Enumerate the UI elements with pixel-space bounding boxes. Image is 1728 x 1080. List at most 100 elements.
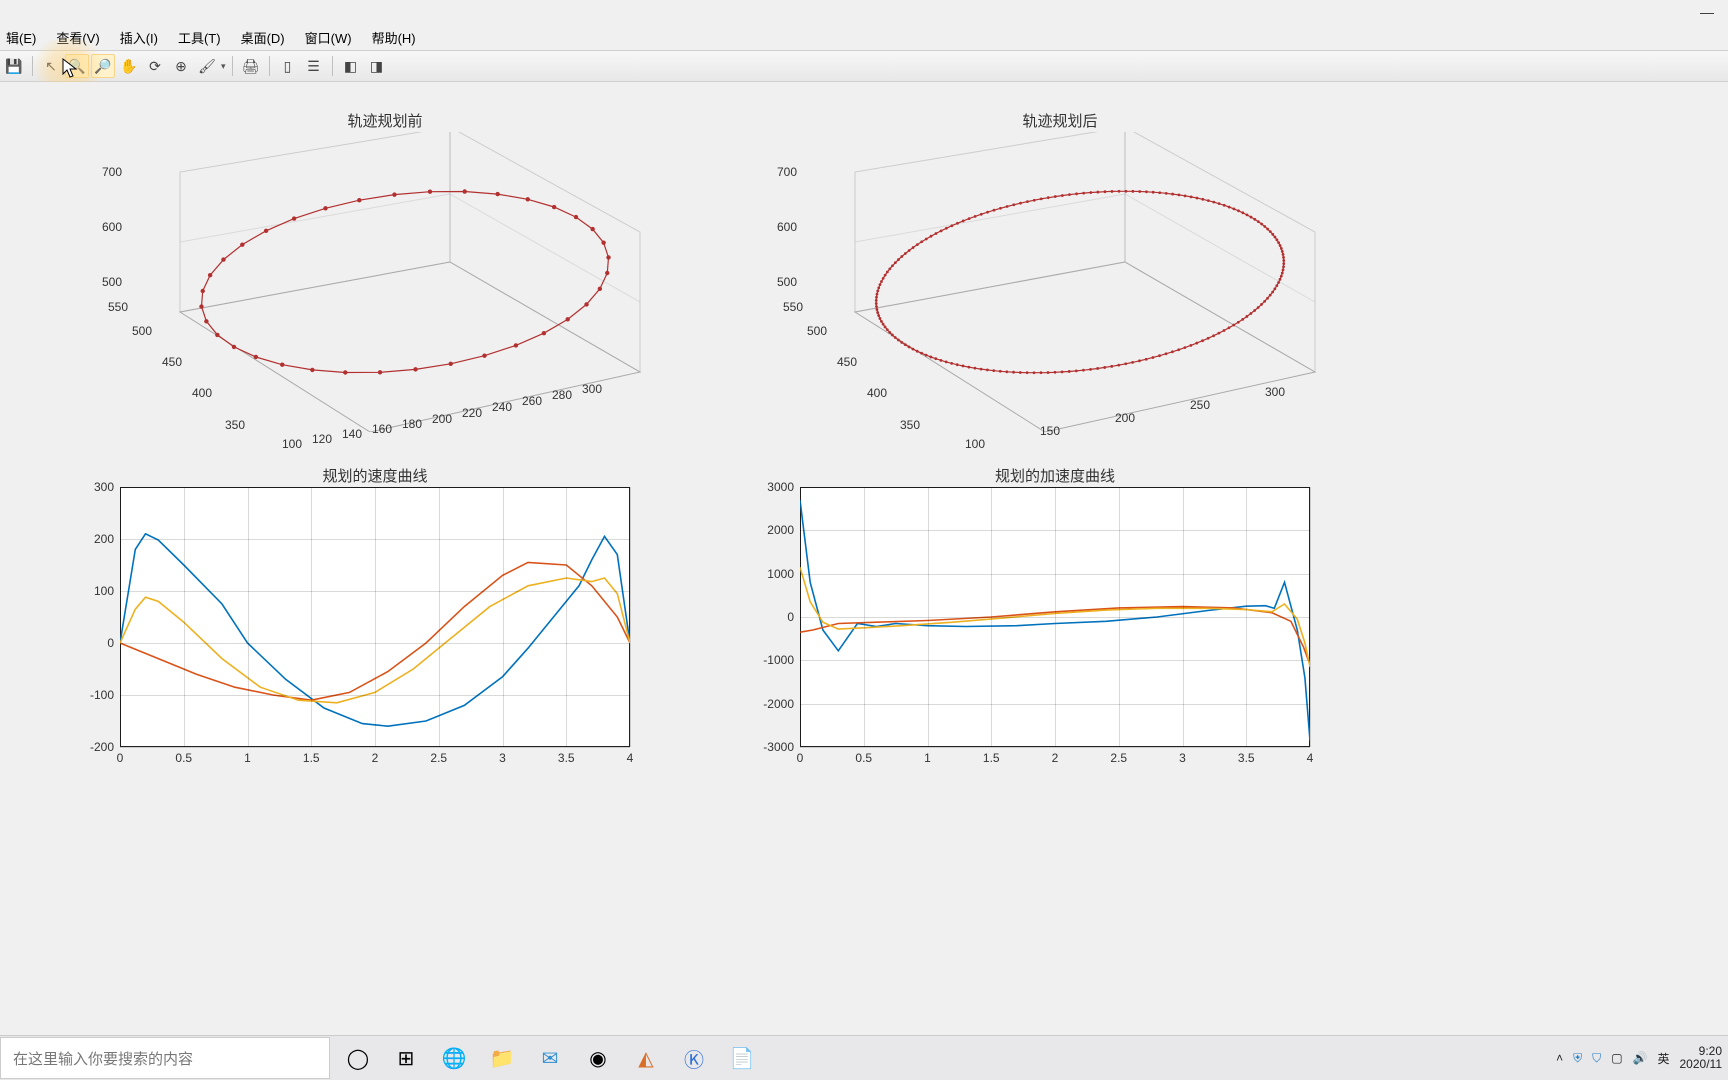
x-tick: 300 xyxy=(582,382,602,396)
y-tick: -200 xyxy=(90,740,120,754)
menu-tools[interactable]: 工具(T) xyxy=(174,26,225,49)
axes-title: 规划的速度曲线 xyxy=(120,465,630,486)
save-icon[interactable]: 💾 xyxy=(2,54,26,78)
y-tick: 350 xyxy=(900,418,920,432)
tray-security-icon[interactable]: ⛨ xyxy=(1573,1051,1582,1066)
x-tick: 2.5 xyxy=(1110,747,1127,765)
file-explorer-icon[interactable]: 📁 xyxy=(486,1042,518,1074)
word-icon[interactable]: 📄 xyxy=(726,1042,758,1074)
insert-colorbar-icon[interactable]: ▯ xyxy=(276,54,300,78)
y-tick: 550 xyxy=(108,300,128,314)
search-placeholder: 在这里输入你要搜索的内容 xyxy=(13,1048,193,1069)
y-tick: 1000 xyxy=(767,567,800,581)
tray-volume-icon[interactable]: 🔊 xyxy=(1633,1051,1648,1065)
menu-insert[interactable]: 插入(I) xyxy=(116,26,162,49)
axes-velocity[interactable]: 规划的速度曲线 -200-100010020030000.511.522.533… xyxy=(120,487,630,747)
x-tick: 3 xyxy=(499,747,506,765)
x-tick: 140 xyxy=(342,427,362,441)
x-tick: 4 xyxy=(1307,747,1314,765)
windows-taskbar: 在这里输入你要搜索的内容 ◯ ⊞ 🌐 📁 ✉ ◉ ◭ Ⓚ 📄 ˄ ⛨ ⛉ ▢ 🔊… xyxy=(0,1035,1728,1080)
x-tick: 280 xyxy=(552,388,572,402)
menubar: 辑(E) 查看(V) 插入(I) 工具(T) 桌面(D) 窗口(W) 帮助(H) xyxy=(0,26,420,48)
pan-icon[interactable]: ✋ xyxy=(117,54,141,78)
kugou-icon[interactable]: Ⓚ xyxy=(678,1042,710,1074)
menu-desktop[interactable]: 桌面(D) xyxy=(237,26,289,49)
x-tick: 0.5 xyxy=(175,747,192,765)
y-tick: 500 xyxy=(807,324,827,338)
task-view-icon[interactable]: ⊞ xyxy=(390,1042,422,1074)
x-tick: 200 xyxy=(432,412,452,426)
z-tick: 700 xyxy=(102,165,122,179)
y-tick: 300 xyxy=(94,480,120,494)
x-tick: 180 xyxy=(402,417,422,431)
tray-battery-icon[interactable]: ▢ xyxy=(1611,1051,1622,1065)
tray-shield-icon[interactable]: ⛉ xyxy=(1592,1051,1601,1066)
zoom-in-icon[interactable]: 🔍 xyxy=(65,54,89,78)
separator xyxy=(232,56,233,76)
show-plot-tools-icon[interactable]: ◧ xyxy=(339,54,363,78)
x-tick: 100 xyxy=(282,437,302,451)
dropdown-icon[interactable]: ▾ xyxy=(221,61,226,72)
x-tick: 3.5 xyxy=(558,747,575,765)
x-tick: 200 xyxy=(1115,411,1135,425)
y-tick: -2000 xyxy=(763,697,800,711)
zoom-out-icon[interactable]: 🔎 xyxy=(91,54,115,78)
z-tick: 500 xyxy=(102,275,122,289)
z-tick: 600 xyxy=(102,220,122,234)
pointer-icon[interactable]: ↖ xyxy=(39,54,63,78)
matlab-icon[interactable]: ◭ xyxy=(630,1042,662,1074)
x-tick: 160 xyxy=(372,422,392,436)
menu-edit[interactable]: 辑(E) xyxy=(2,26,40,49)
y-tick: 2000 xyxy=(767,523,800,537)
x-tick: 150 xyxy=(1040,424,1060,438)
x-tick: 1.5 xyxy=(983,747,1000,765)
axes-trajectory-before[interactable]: 轨迹规划前 700 600 500 550 500 450 400 350 xyxy=(120,132,650,432)
x-tick: 2 xyxy=(1052,747,1059,765)
axes-trajectory-after[interactable]: 轨迹规划后 700 600 500 550 500 450 400 350 10… xyxy=(795,132,1325,432)
x-tick: 250 xyxy=(1190,398,1210,412)
separator xyxy=(269,56,270,76)
axes-title: 规划的加速度曲线 xyxy=(800,465,1310,486)
y-tick: 0 xyxy=(107,636,120,650)
tray-clock[interactable]: 9:20 2020/11 xyxy=(1680,1045,1723,1071)
minimize-button[interactable]: — xyxy=(1692,2,1722,22)
menu-view[interactable]: 查看(V) xyxy=(52,26,103,49)
menu-window[interactable]: 窗口(W) xyxy=(301,26,356,49)
data-cursor-icon[interactable]: ⊕ xyxy=(169,54,193,78)
mail-icon[interactable]: ✉ xyxy=(534,1042,566,1074)
tray-chevron-icon[interactable]: ˄ xyxy=(1556,1051,1563,1065)
y-tick: 450 xyxy=(837,355,857,369)
x-tick: 100 xyxy=(965,437,985,451)
menu-help[interactable]: 帮助(H) xyxy=(368,26,420,49)
z-tick: 700 xyxy=(777,165,797,179)
z-tick: 600 xyxy=(777,220,797,234)
print-icon[interactable]: 🖨 xyxy=(239,54,263,78)
x-tick: 220 xyxy=(462,406,482,420)
y-tick: 550 xyxy=(783,300,803,314)
edge-icon[interactable]: 🌐 xyxy=(438,1042,470,1074)
y-tick: -100 xyxy=(90,688,120,702)
tray-date: 2020/11 xyxy=(1680,1058,1723,1071)
x-tick: 300 xyxy=(1265,385,1285,399)
rotate3d-icon[interactable]: ⟳ xyxy=(143,54,167,78)
y-tick: 400 xyxy=(867,386,887,400)
search-input[interactable]: 在这里输入你要搜索的内容 xyxy=(0,1037,330,1079)
chrome-icon[interactable]: ◉ xyxy=(582,1042,614,1074)
y-tick: 3000 xyxy=(767,480,800,494)
x-tick: 3 xyxy=(1179,747,1186,765)
y-tick: 500 xyxy=(132,324,152,338)
tray-ime[interactable]: 英 xyxy=(1657,1050,1669,1067)
x-tick: 1 xyxy=(244,747,251,765)
x-tick: 2.5 xyxy=(430,747,447,765)
hide-plot-tools-icon[interactable]: ◨ xyxy=(365,54,389,78)
cortana-icon[interactable]: ◯ xyxy=(342,1042,374,1074)
y-tick: 450 xyxy=(162,355,182,369)
insert-legend-icon[interactable]: ☰ xyxy=(302,54,326,78)
x-tick: 4 xyxy=(627,747,634,765)
y-tick: 350 xyxy=(225,418,245,432)
axes-title: 轨迹规划后 xyxy=(795,110,1325,131)
brush-icon[interactable]: 🖌 xyxy=(195,54,219,78)
x-tick: 0 xyxy=(797,747,804,765)
axes-acceleration[interactable]: 规划的加速度曲线 -3000-2000-1000010002000300000.… xyxy=(800,487,1310,747)
x-tick: 120 xyxy=(312,432,332,446)
